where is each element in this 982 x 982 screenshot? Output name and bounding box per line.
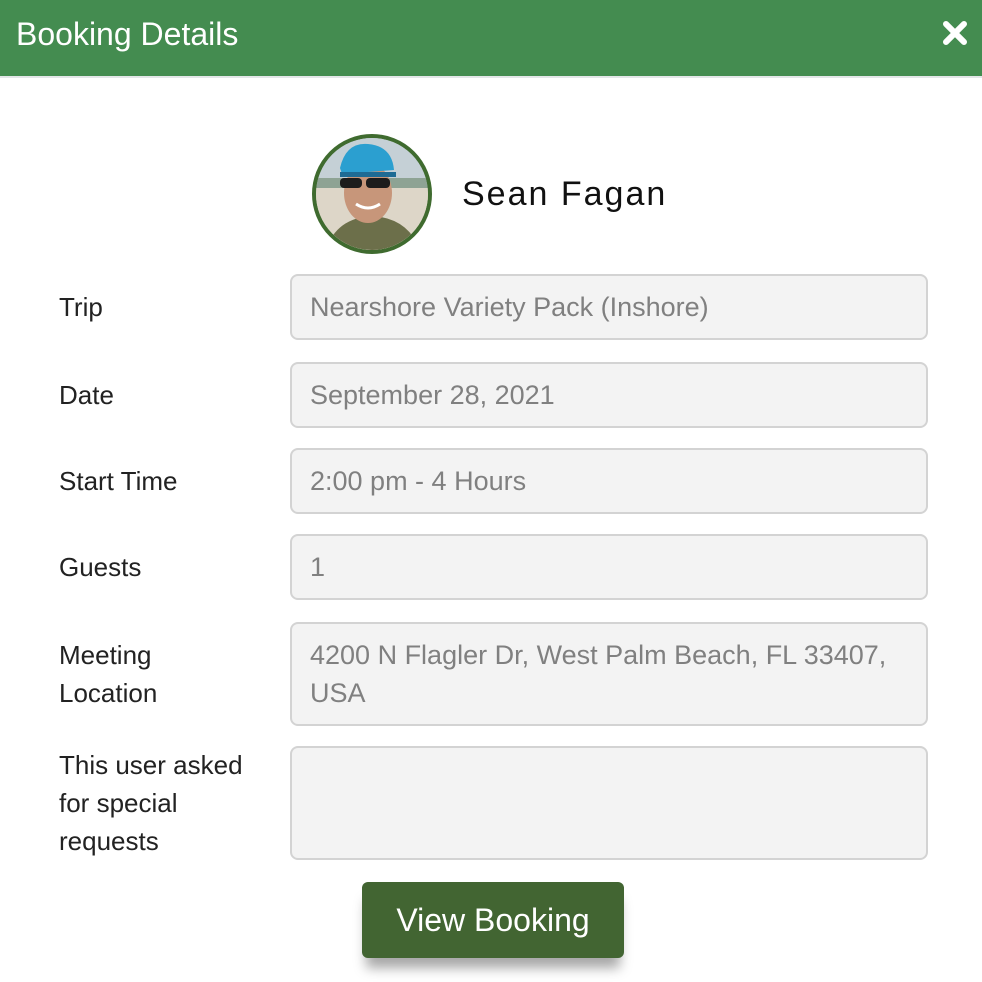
- modal-header: Booking Details: [0, 0, 982, 78]
- meeting-location-line: 4200 N Flagler Dr, West Palm Beach, FL 3…: [310, 640, 887, 670]
- date-label: Date: [59, 380, 114, 410]
- meeting-location-field: 4200 N Flagler Dr, West Palm Beach, FL 3…: [290, 622, 928, 726]
- trip-label: Trip: [59, 292, 103, 322]
- close-icon: [943, 21, 967, 45]
- date-field: September 28, 2021: [290, 362, 928, 428]
- special-requests-label-line: requests: [59, 826, 159, 856]
- avatar: [312, 134, 432, 254]
- guests-label: Guests: [59, 552, 142, 582]
- special-requests-label: This user asked for special requests: [59, 746, 243, 860]
- meeting-location-label-line: Meeting: [59, 640, 152, 670]
- meeting-location-line: USA: [310, 678, 366, 708]
- guest-name: Sean Fagan: [462, 174, 668, 213]
- start-time-label: Start Time: [59, 466, 178, 496]
- modal-title: Booking Details: [16, 16, 239, 52]
- special-requests-label-line: This user asked: [59, 750, 243, 780]
- guest-profile: Sean Fagan: [312, 134, 667, 254]
- special-requests-field: [290, 746, 928, 860]
- user-photo-icon: [316, 138, 428, 250]
- meeting-location-label: Meeting Location: [59, 636, 157, 712]
- start-time-field: 2:00 pm - 4 Hours: [290, 448, 928, 514]
- view-booking-button[interactable]: View Booking: [362, 882, 624, 958]
- trip-field: Nearshore Variety Pack (Inshore): [290, 274, 928, 340]
- guests-field: 1: [290, 534, 928, 600]
- special-requests-label-line: for special: [59, 788, 178, 818]
- close-button[interactable]: [942, 18, 968, 48]
- meeting-location-label-line: Location: [59, 678, 158, 708]
